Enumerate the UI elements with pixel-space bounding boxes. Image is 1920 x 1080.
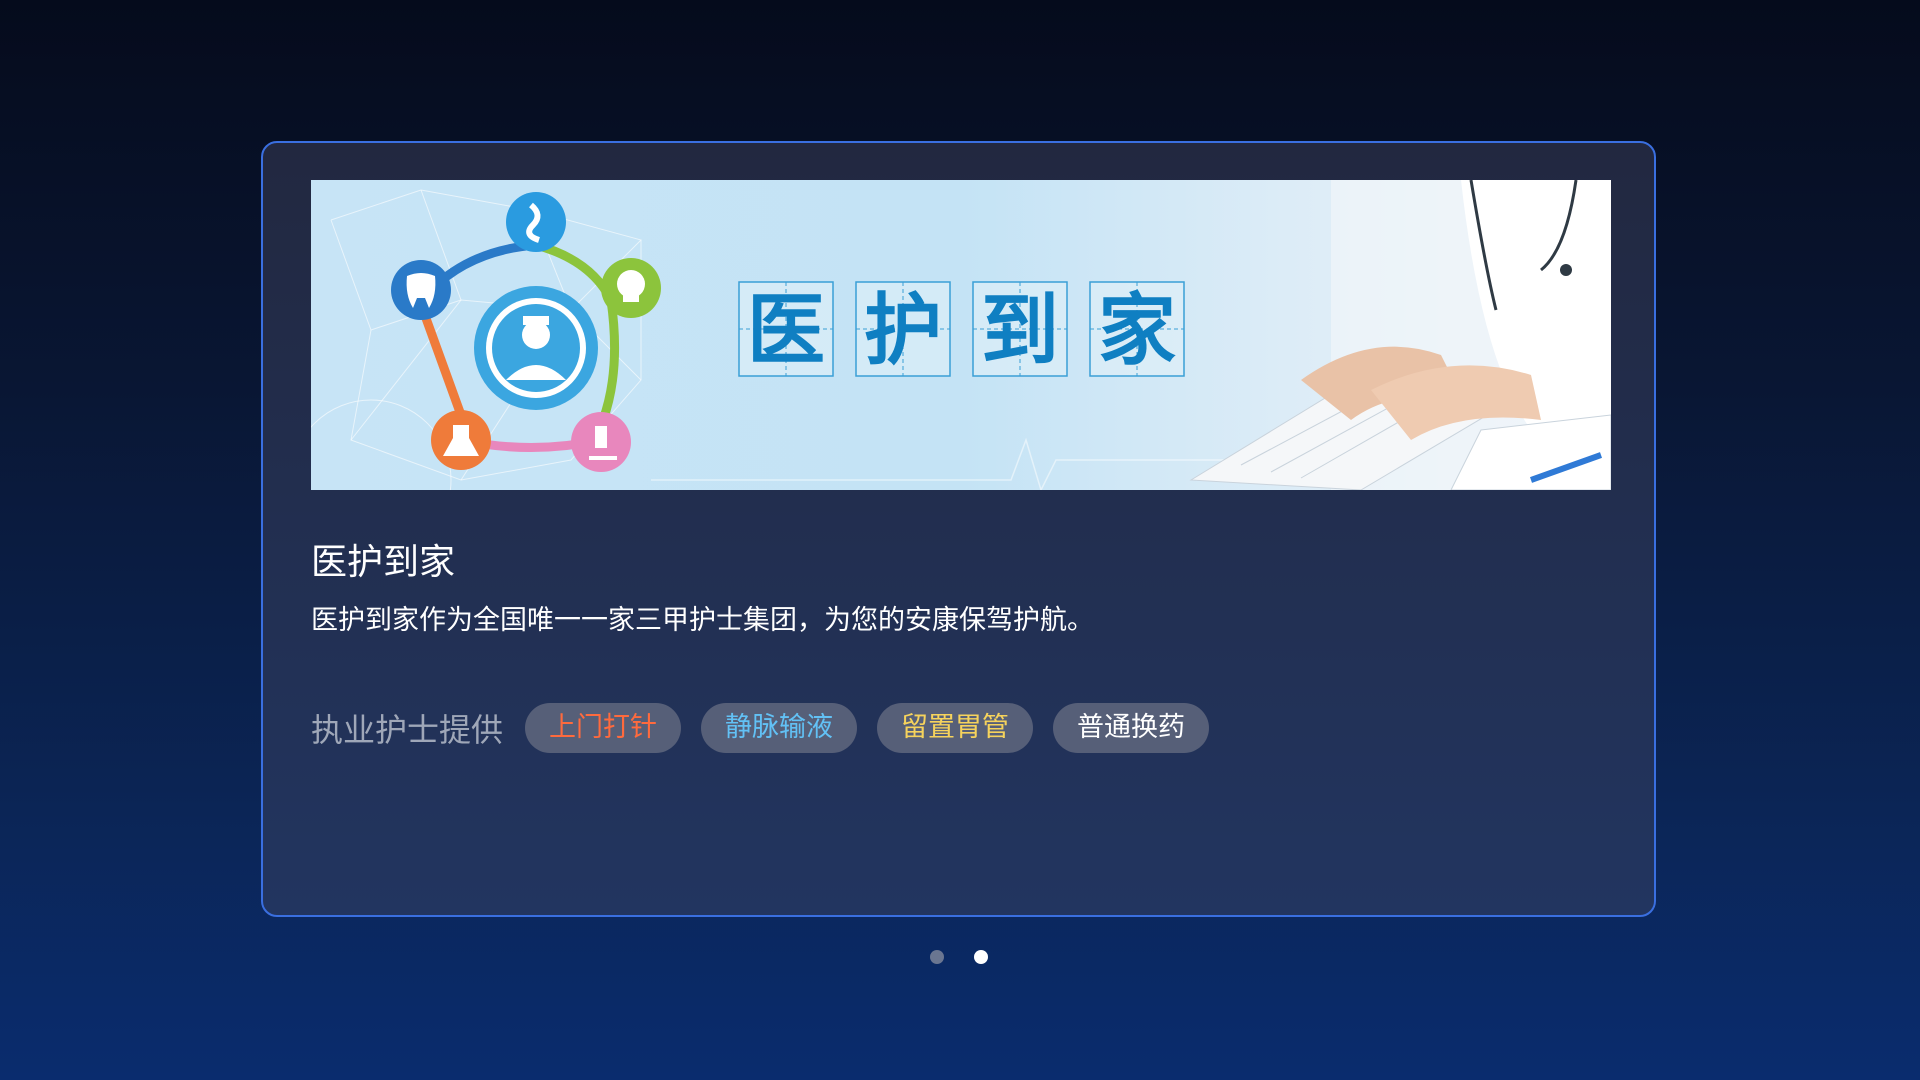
banner-title-char: 护: [864, 286, 942, 376]
service-tag-injection[interactable]: 上门打针: [525, 703, 682, 753]
service-tag-dressing-change[interactable]: 普通换药: [1053, 703, 1210, 753]
pagination-dot-active[interactable]: [974, 950, 988, 964]
banner-title-char: 到: [981, 286, 1059, 376]
service-label: 执业护士提供: [311, 711, 504, 749]
card-description: 医护到家作为全国唯一一家三甲护士集团，为您的安康保驾护航。: [311, 605, 1094, 636]
banner-title-char: 医: [747, 286, 825, 376]
service-tag-iv-infusion[interactable]: 静脉输液: [701, 703, 858, 753]
service-tag-gastric-tube[interactable]: 留置胃管: [877, 703, 1034, 753]
service-tags: 执业护士提供 上门打针 静脉输液 留置胃管 普通换药: [311, 703, 1229, 753]
banner-image: 医 护 到 家: [311, 180, 1611, 490]
banner-illustration: 医 护 到 家: [311, 180, 1611, 490]
carousel-card[interactable]: 医 护 到 家 医护到家 医护到家作为全国唯一一家三甲护士集团，为您的安康保驾护…: [261, 141, 1656, 917]
card-title: 医护到家: [311, 542, 456, 583]
pagination-dot[interactable]: [930, 950, 944, 964]
carousel-pagination: [930, 950, 1018, 964]
banner-title-char: 家: [1098, 286, 1176, 376]
